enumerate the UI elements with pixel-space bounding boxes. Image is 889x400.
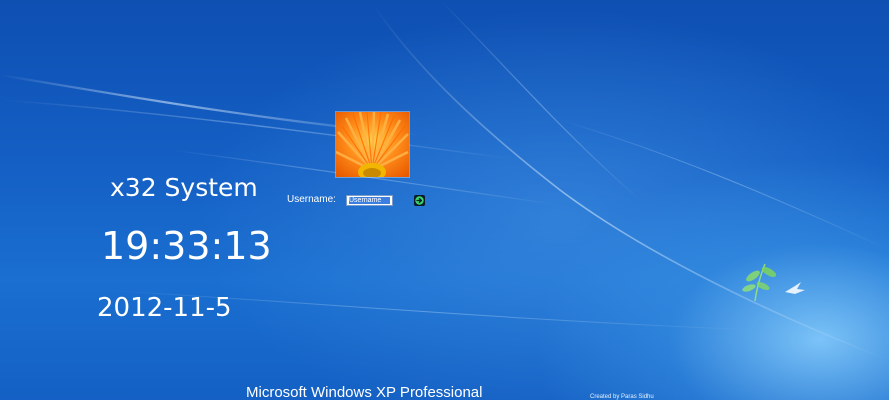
username-input[interactable] (346, 195, 393, 206)
leaf-bird-decoration (742, 263, 805, 302)
os-name: Microsoft Windows XP Professional (246, 384, 483, 400)
clock-date: 2012-11-5 (97, 293, 232, 323)
credit-text: Created by Paras Sidhu (590, 394, 654, 400)
flower-avatar-icon (336, 112, 409, 177)
arrow-right-icon (415, 196, 424, 205)
login-submit-button[interactable] (414, 195, 425, 206)
username-label: Username: (287, 194, 336, 205)
desktop-background: x32 System 19:33:13 2012-11-5 Username: … (0, 0, 889, 400)
system-name: x32 System (110, 173, 258, 202)
clock-time: 19:33:13 (101, 224, 272, 268)
user-avatar[interactable] (335, 111, 410, 178)
